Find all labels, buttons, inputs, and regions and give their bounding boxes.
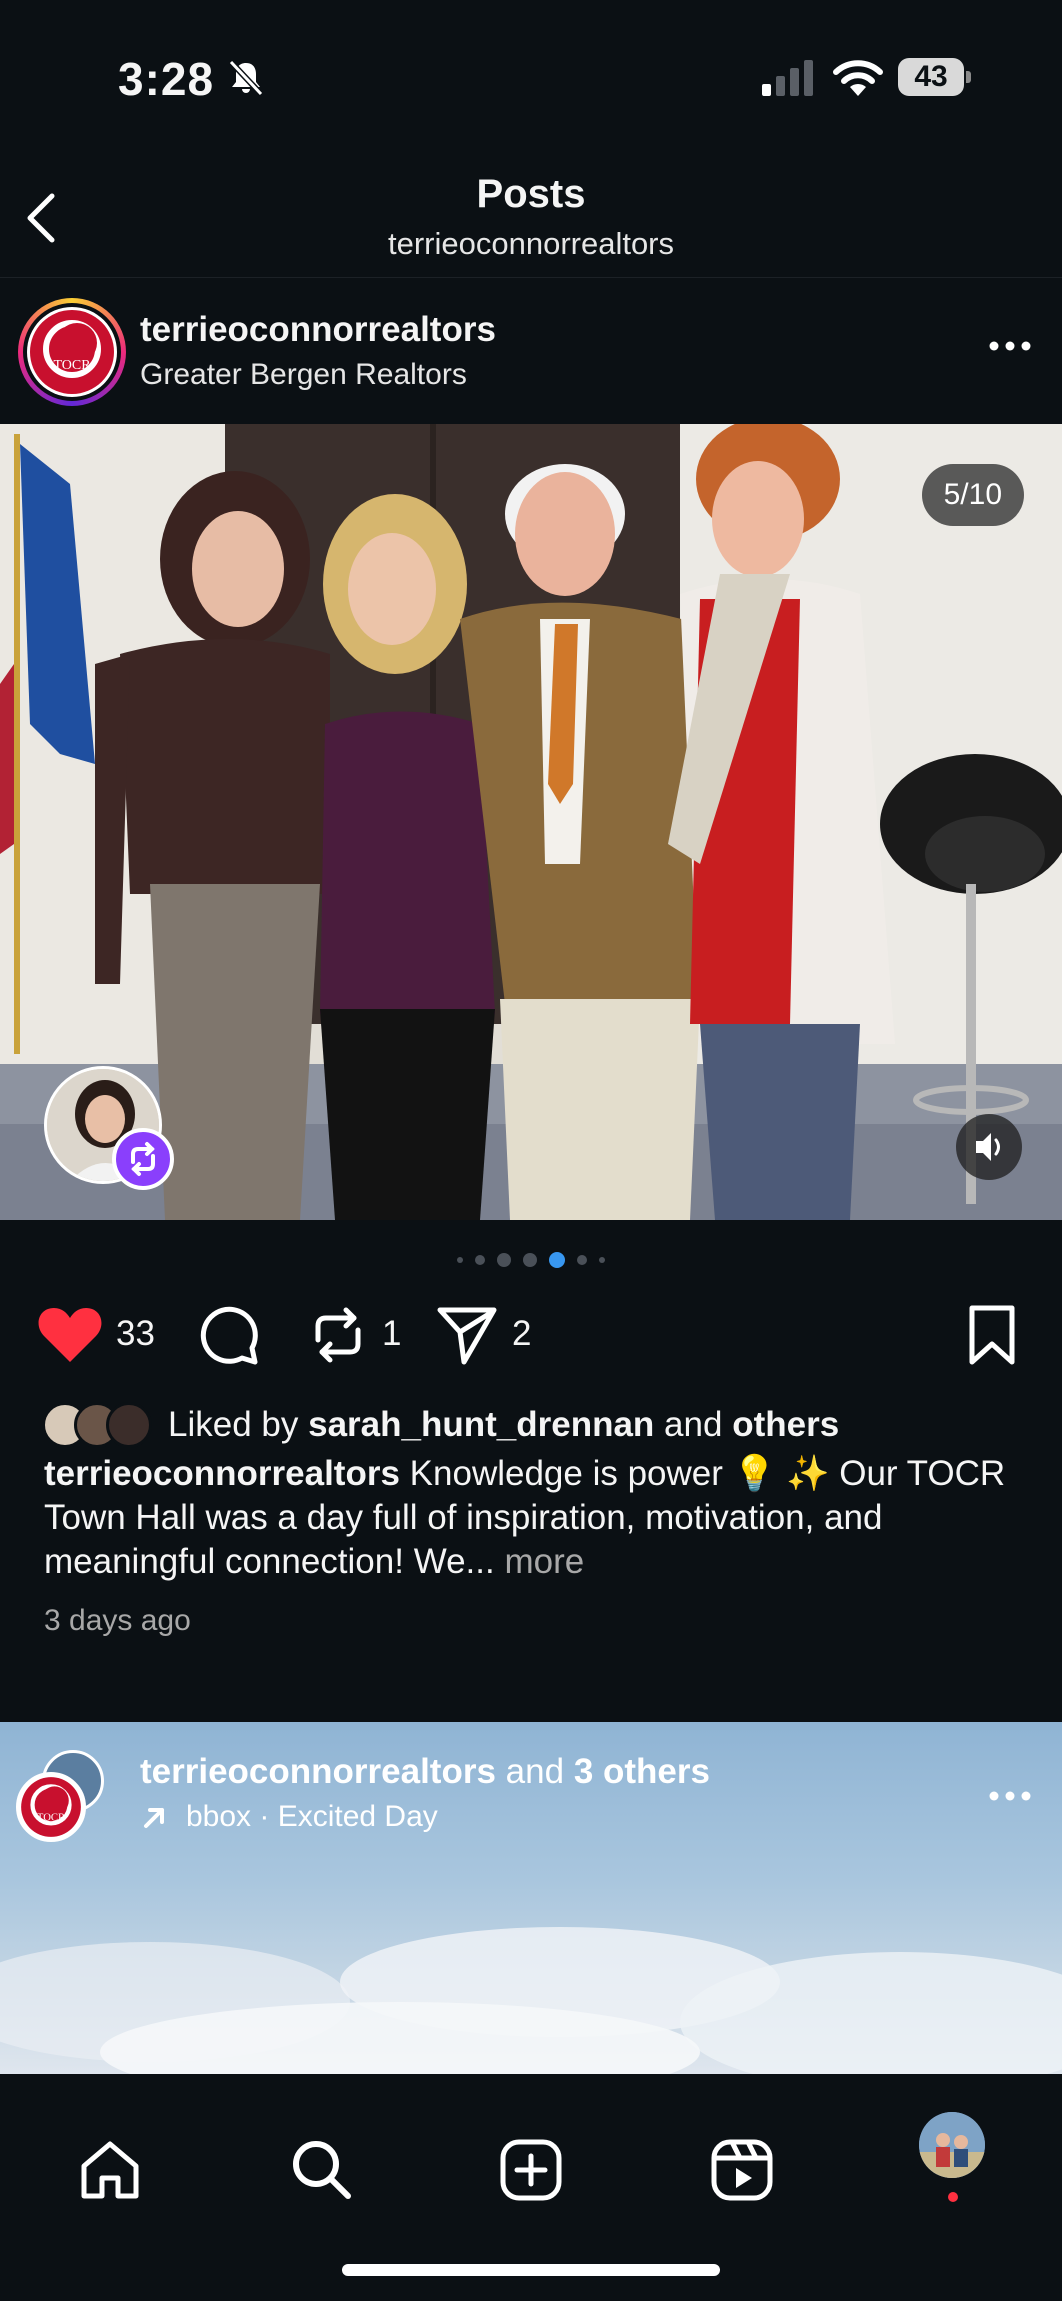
post-photo[interactable]: 5/10 xyxy=(0,424,1062,1220)
more-icon[interactable] xyxy=(986,336,1034,356)
wifi-icon xyxy=(833,60,883,96)
audio-label: bbox · Excited Day xyxy=(186,1800,438,1833)
post-username[interactable]: terrieoconnorrealtors xyxy=(140,310,496,350)
liked-by-others[interactable]: others xyxy=(732,1405,839,1444)
repost-icon[interactable] xyxy=(308,1304,368,1366)
more-icon[interactable] xyxy=(986,1786,1034,1806)
liked-by-and: and xyxy=(664,1405,723,1444)
home-icon[interactable] xyxy=(76,2136,144,2204)
bell-off-icon xyxy=(228,59,264,97)
carousel-dot xyxy=(457,1257,463,1263)
post-timestamp: 3 days ago xyxy=(44,1604,191,1637)
comment-icon[interactable] xyxy=(198,1304,260,1366)
group-photo xyxy=(0,424,1062,1220)
next-post-audio[interactable]: bbox · Excited Day xyxy=(140,1800,438,1834)
next-post-users[interactable]: terrieoconnorrealtors and 3 others xyxy=(140,1752,710,1792)
repost-icon xyxy=(131,1142,155,1176)
carousel-dot xyxy=(497,1253,511,1267)
next-post-username[interactable]: terrieoconnorrealtors xyxy=(140,1752,496,1791)
carousel-dot xyxy=(475,1255,485,1265)
post-header: TOCR terrieoconnorrealtors Greater Berge… xyxy=(0,280,1062,424)
status-time: 3:28 xyxy=(118,53,215,105)
carousel-dot xyxy=(523,1253,537,1267)
status-bar: 3:28 43 xyxy=(0,0,1062,150)
next-post[interactable]: TOCR terrieoconnorrealtors and 3 others … xyxy=(0,1722,1062,2074)
reels-icon[interactable] xyxy=(708,2136,776,2204)
liked-by-prefix: Liked by xyxy=(168,1405,299,1444)
avatar[interactable]: TOCR xyxy=(16,1772,86,1842)
post-caption: terrieoconnorrealtors Knowledge is power… xyxy=(44,1452,1034,1584)
carousel-dots xyxy=(0,1250,1062,1270)
svg-text:TOCR: TOCR xyxy=(53,358,91,373)
volume-button[interactable] xyxy=(956,1114,1022,1180)
liker-avatar xyxy=(106,1402,152,1448)
page-subtitle: terrieoconnorrealtors xyxy=(387,226,675,261)
post-location[interactable]: Greater Bergen Realtors xyxy=(140,358,467,392)
next-post-others[interactable]: 3 others xyxy=(574,1752,710,1791)
profile-avatar[interactable] xyxy=(919,2112,985,2178)
caption-more-link[interactable]: more xyxy=(504,1542,584,1581)
liked-by[interactable]: Liked by sarah_hunt_drennan and others xyxy=(42,1398,839,1452)
repost-count[interactable]: 1 xyxy=(382,1314,401,1354)
tocr-logo-icon: TOCR xyxy=(30,310,114,394)
photo-counter: 5/10 xyxy=(921,464,1024,526)
like-count[interactable]: 33 xyxy=(116,1314,155,1354)
tocr-logo-icon: TOCR xyxy=(21,1777,81,1837)
share-count[interactable]: 2 xyxy=(512,1314,531,1354)
signal-icon xyxy=(762,60,813,96)
caption-username[interactable]: terrieoconnorrealtors xyxy=(44,1454,400,1493)
next-post-and: and xyxy=(505,1752,565,1791)
heart-icon[interactable] xyxy=(36,1304,104,1364)
page-title: Posts xyxy=(476,172,586,216)
carousel-dot-active xyxy=(549,1252,565,1268)
create-icon[interactable] xyxy=(497,2136,565,2204)
share-icon[interactable] xyxy=(436,1304,498,1366)
home-indicator xyxy=(342,2264,720,2276)
repost-badge xyxy=(112,1128,174,1190)
battery-level: 43 xyxy=(898,58,964,96)
svg-text:TOCR: TOCR xyxy=(37,1813,66,1824)
liked-by-user[interactable]: sarah_hunt_drennan xyxy=(308,1405,654,1444)
avatar[interactable]: TOCR xyxy=(18,298,126,406)
volume-icon xyxy=(976,1133,1000,1161)
search-icon[interactable] xyxy=(288,2136,356,2204)
carousel-dot xyxy=(577,1255,587,1265)
notification-dot xyxy=(948,2192,958,2202)
bookmark-icon[interactable] xyxy=(966,1304,1018,1366)
liked-by-text: Liked by sarah_hunt_drennan and others xyxy=(168,1405,839,1445)
bottom-nav xyxy=(0,2074,1062,2301)
arrow-icon xyxy=(144,1808,164,1828)
battery-indicator: 43 xyxy=(898,58,972,96)
carousel-dot xyxy=(599,1257,605,1263)
post-actions: 33 1 2 xyxy=(0,1296,1062,1372)
top-header: Posts terrieoconnorrealtors xyxy=(0,150,1062,278)
